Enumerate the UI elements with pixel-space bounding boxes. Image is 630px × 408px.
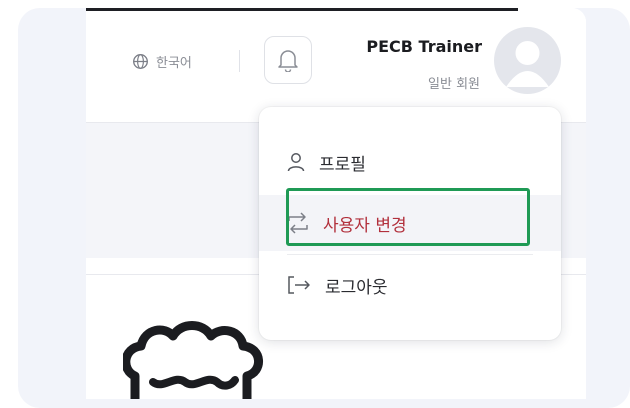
user-dropdown-menu: 프로필 사용자 변경 로그아웃 — [259, 107, 561, 340]
header-divider — [239, 50, 240, 72]
logout-icon — [288, 276, 310, 294]
user-silhouette-icon — [506, 41, 549, 87]
menu-item-label: 로그아웃 — [325, 277, 388, 298]
menu-item-label: 사용자 변경 — [323, 215, 407, 236]
menu-item-label: 프로필 — [319, 154, 366, 175]
switch-arrows-icon — [288, 212, 308, 234]
top-navbar: 한국어 PECB Trainer 일반 회원 — [86, 8, 586, 123]
language-selector[interactable]: 한국어 — [132, 52, 192, 71]
user-icon — [287, 153, 305, 172]
menu-item-logout[interactable]: 로그아웃 — [259, 257, 561, 313]
avatar[interactable] — [494, 27, 561, 94]
globe-icon — [133, 54, 148, 69]
notifications-button[interactable] — [264, 36, 312, 84]
window-top-edge — [86, 8, 518, 11]
user-name[interactable]: PECB Trainer — [366, 37, 482, 56]
menu-item-profile[interactable]: 프로필 — [259, 134, 561, 190]
bell-icon — [278, 50, 298, 72]
menu-divider — [287, 254, 533, 255]
menu-item-switch-user[interactable]: 사용자 변경 — [259, 195, 561, 251]
language-label: 한국어 — [156, 56, 192, 71]
user-role: 일반 회원 — [428, 77, 480, 92]
